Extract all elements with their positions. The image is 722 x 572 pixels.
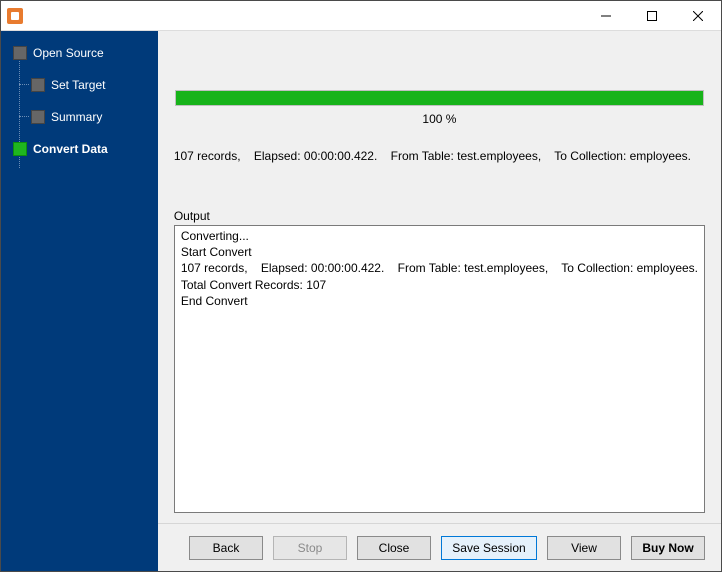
close-window-button[interactable] bbox=[675, 1, 721, 31]
sidebar-item-label: Summary bbox=[51, 110, 102, 124]
sidebar-item-open-source[interactable]: Open Source bbox=[1, 41, 158, 65]
maximize-button[interactable] bbox=[629, 1, 675, 31]
progress-area: 100 % bbox=[174, 43, 705, 127]
progress-percent: 100 % bbox=[175, 112, 704, 126]
sidebar-item-set-target[interactable]: Set Target bbox=[1, 73, 158, 97]
status-line: 107 records, Elapsed: 00:00:00.422. From… bbox=[174, 149, 705, 163]
main-panel: 100 % 107 records, Elapsed: 00:00:00.422… bbox=[158, 31, 721, 571]
close-button[interactable]: Close bbox=[357, 536, 431, 560]
output-textarea[interactable]: Converting... Start Convert 107 records,… bbox=[174, 225, 705, 513]
window-controls bbox=[583, 1, 721, 31]
stop-button: Stop bbox=[273, 536, 347, 560]
titlebar bbox=[1, 1, 721, 31]
sidebar-item-label: Open Source bbox=[33, 46, 104, 60]
progress-fill bbox=[176, 91, 703, 105]
back-button[interactable]: Back bbox=[189, 536, 263, 560]
sidebar-item-label: Set Target bbox=[51, 78, 105, 92]
buy-now-button[interactable]: Buy Now bbox=[631, 536, 705, 560]
sidebar-item-summary[interactable]: Summary bbox=[1, 105, 158, 129]
save-session-button[interactable]: Save Session bbox=[441, 536, 537, 560]
sidebar: Open Source Set Target Summary Convert D… bbox=[1, 31, 158, 571]
step-icon bbox=[31, 78, 45, 92]
step-icon bbox=[31, 110, 45, 124]
button-bar: Back Stop Close Save Session View Buy No… bbox=[158, 523, 721, 571]
progress-bar bbox=[175, 90, 704, 106]
output-label: Output bbox=[174, 209, 705, 223]
step-icon bbox=[13, 46, 27, 60]
app-icon bbox=[7, 8, 23, 24]
minimize-button[interactable] bbox=[583, 1, 629, 31]
sidebar-item-label: Convert Data bbox=[33, 142, 108, 156]
view-button[interactable]: View bbox=[547, 536, 621, 560]
sidebar-item-convert-data[interactable]: Convert Data bbox=[1, 137, 158, 161]
step-icon bbox=[13, 142, 27, 156]
